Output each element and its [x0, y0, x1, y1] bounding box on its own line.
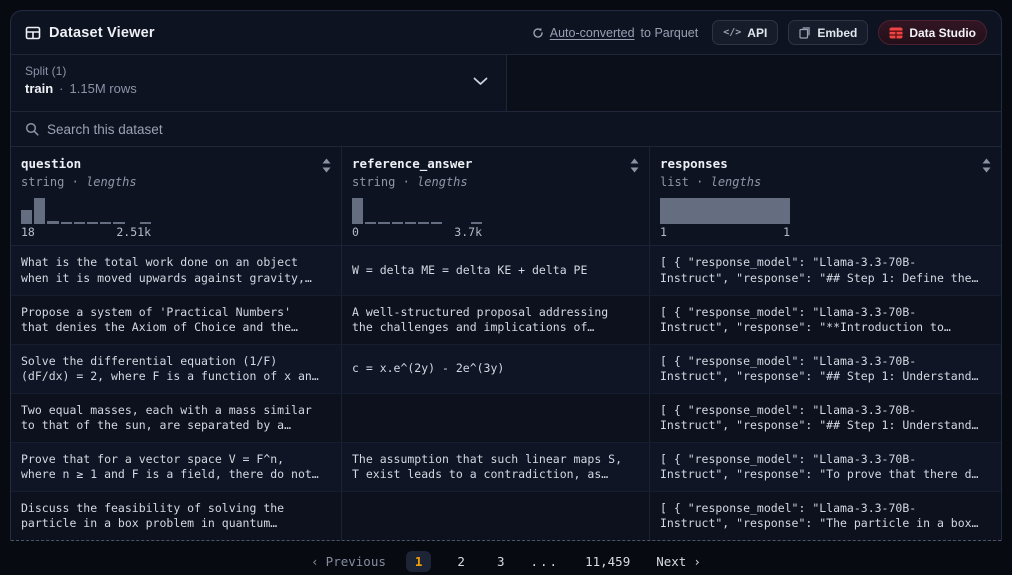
cell-question[interactable]: Solve the differential equation (1/F) (d… — [11, 345, 341, 393]
api-button-label: API — [747, 26, 767, 40]
cell-responses[interactable]: [ { "response_model": "Llama-3.3-70B- In… — [649, 246, 1001, 295]
histogram-max: 1 — [783, 225, 790, 239]
cell-responses[interactable]: [ { "response_model": "Llama-3.3-70B- In… — [649, 296, 1001, 344]
auto-converted-suffix: to Parquet — [641, 26, 699, 40]
data-studio-button-label: Data Studio — [909, 26, 976, 40]
column-header-question: question string · lengths 18 2.51k — [11, 147, 341, 245]
table-row: Discuss the feasibility of solving the p… — [11, 491, 1001, 540]
table-row: Solve the differential equation (1/F) (d… — [11, 344, 1001, 393]
cell-question[interactable]: Propose a system of 'Practical Numbers' … — [11, 296, 341, 344]
page-button-last[interactable]: 11,459 — [579, 551, 636, 572]
dataset-viewer-card: Dataset Viewer Auto-converted to Parquet… — [10, 10, 1002, 541]
code-icon: </> — [723, 27, 741, 38]
table-row: What is the total work done on an object… — [11, 246, 1001, 295]
page-title: Dataset Viewer — [49, 25, 155, 41]
page-button-1[interactable]: 1 — [406, 551, 432, 572]
split-selector[interactable]: Split (1) train · 1.15M rows — [11, 55, 507, 111]
column-header-responses: responses list · lengths 1 1 — [649, 147, 1001, 245]
cell-reference-answer[interactable]: A well-structured proposal addressing th… — [341, 296, 649, 344]
next-label: Next — [656, 554, 686, 569]
copy-icon — [799, 26, 811, 39]
auto-converted-link[interactable]: Auto-converted — [550, 26, 635, 40]
split-row: Split (1) train · 1.15M rows — [11, 55, 1001, 112]
column-name: responses — [660, 156, 728, 171]
split-label: Split (1) — [25, 64, 492, 78]
cell-question[interactable]: What is the total work done on an object… — [11, 246, 341, 295]
cell-reference-answer[interactable]: The assumption that such linear maps S, … — [341, 443, 649, 491]
histogram-labels: 0 3.7k — [352, 225, 482, 239]
split-name: train — [25, 81, 53, 96]
pagination: ‹ Previous 1 2 3 ... 11,459 Next › — [0, 541, 1012, 575]
page-ellipsis: ... — [530, 554, 559, 569]
table-header: question string · lengths 18 2.51k refer… — [11, 147, 1001, 246]
histogram-responses[interactable] — [660, 198, 790, 224]
cell-reference-answer[interactable] — [341, 492, 649, 540]
sort-icon[interactable] — [982, 158, 991, 173]
page-button-2[interactable]: 2 — [451, 551, 471, 572]
cell-responses[interactable]: [ { "response_model": "Llama-3.3-70B- In… — [649, 443, 1001, 491]
cell-question[interactable]: Two equal masses, each with a mass simil… — [11, 394, 341, 442]
chevron-right-icon: › — [693, 554, 701, 569]
search-row — [11, 112, 1001, 147]
cell-responses[interactable]: [ { "response_model": "Llama-3.3-70B- In… — [649, 492, 1001, 540]
cell-responses[interactable]: [ { "response_model": "Llama-3.3-70B- In… — [649, 394, 1001, 442]
histogram-min: 1 — [660, 225, 667, 239]
column-header-reference-answer: reference_answer string · lengths 0 3.7k — [341, 147, 649, 245]
column-type: list · lengths — [660, 175, 991, 189]
table-row: Prove that for a vector space V = F^n, w… — [11, 442, 1001, 491]
histogram-max: 2.51k — [116, 225, 151, 239]
card-header: Dataset Viewer Auto-converted to Parquet… — [11, 11, 1001, 55]
table-grid-icon — [25, 25, 41, 41]
previous-page-button[interactable]: ‹ Previous — [311, 554, 386, 569]
red-table-icon — [889, 27, 903, 39]
title-group: Dataset Viewer — [25, 25, 155, 41]
split-value: train · 1.15M rows — [25, 81, 492, 96]
cell-question[interactable]: Prove that for a vector space V = F^n, w… — [11, 443, 341, 491]
auto-converted-note: Auto-converted to Parquet — [532, 26, 698, 40]
cell-reference-answer[interactable]: c = x.e^(2y) - 2e^(3y) — [341, 345, 649, 393]
column-type: string · lengths — [352, 175, 639, 189]
column-type: string · lengths — [21, 175, 331, 189]
histogram-min: 0 — [352, 225, 359, 239]
sort-icon[interactable] — [322, 158, 331, 173]
previous-label: Previous — [326, 554, 386, 569]
histogram-max: 3.7k — [454, 225, 482, 239]
refresh-icon — [532, 27, 544, 39]
data-studio-button[interactable]: Data Studio — [878, 20, 987, 45]
histogram-min: 18 — [21, 225, 35, 239]
split-row-count: 1.15M rows — [70, 81, 137, 96]
histogram-labels: 18 2.51k — [21, 225, 151, 239]
cell-reference-answer[interactable]: W = delta ME = delta KE + delta PE — [341, 246, 649, 295]
column-name: reference_answer — [352, 156, 472, 171]
histogram-reference-answer[interactable] — [352, 198, 482, 224]
table-body: What is the total work done on an object… — [11, 246, 1001, 541]
chevron-down-icon — [473, 77, 488, 86]
header-actions: Auto-converted to Parquet </> API Embed — [532, 20, 987, 45]
table-row: Two equal masses, each with a mass simil… — [11, 393, 1001, 442]
sort-icon[interactable] — [630, 158, 639, 173]
page-button-3[interactable]: 3 — [491, 551, 511, 572]
column-name: question — [21, 156, 81, 171]
cell-question[interactable]: Discuss the feasibility of solving the p… — [11, 492, 341, 540]
embed-button-label: Embed — [817, 26, 857, 40]
chevron-left-icon: ‹ — [311, 554, 319, 569]
table-row: Propose a system of 'Practical Numbers' … — [11, 295, 1001, 344]
split-separator: · — [59, 81, 63, 96]
histogram-labels: 1 1 — [660, 225, 790, 239]
cell-reference-answer[interactable] — [341, 394, 649, 442]
histogram-question[interactable] — [21, 198, 151, 224]
split-row-spacer — [507, 55, 1001, 111]
embed-button[interactable]: Embed — [788, 20, 868, 45]
next-page-button[interactable]: Next › — [656, 554, 701, 569]
search-icon — [25, 122, 39, 136]
api-button[interactable]: </> API — [712, 20, 778, 45]
search-input[interactable] — [47, 122, 987, 137]
cell-responses[interactable]: [ { "response_model": "Llama-3.3-70B- In… — [649, 345, 1001, 393]
